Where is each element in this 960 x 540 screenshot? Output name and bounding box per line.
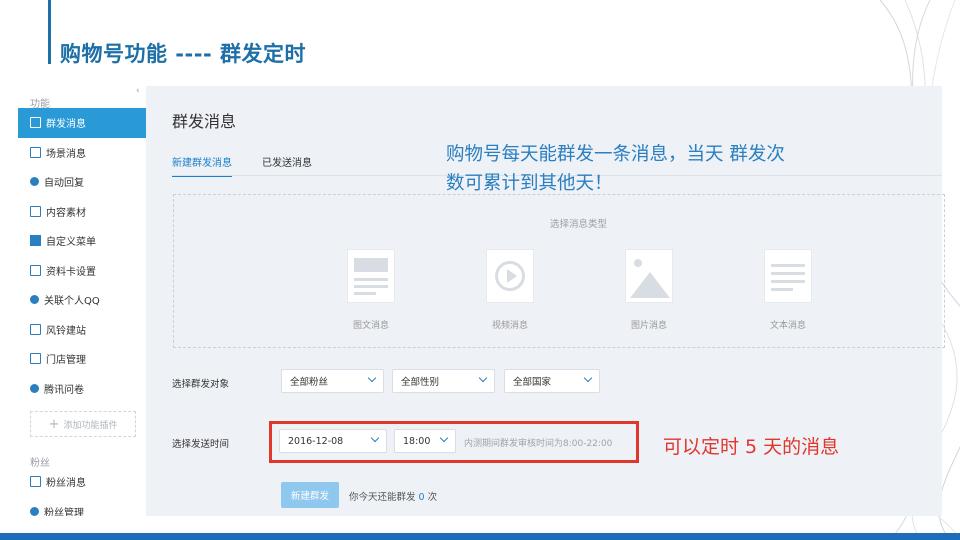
profile-card-icon bbox=[30, 264, 41, 276]
page-title: 群发消息 bbox=[172, 112, 237, 131]
country-select[interactable]: 全部国家 bbox=[504, 369, 600, 393]
sidebar-item-label: 关联个人QQ bbox=[44, 296, 100, 308]
type-label: 图片消息 bbox=[630, 321, 667, 331]
add-plugin-button[interactable]: + 添加功能插件 bbox=[30, 411, 136, 437]
message-type-box: 选择消息类型 图文消息 视频消息 图片消息 文本消息 bbox=[173, 194, 945, 348]
fan-message-icon bbox=[30, 476, 41, 488]
create-broadcast-button[interactable]: 新建群发 bbox=[281, 482, 339, 508]
tab-new-broadcast[interactable]: 新建群发消息 bbox=[172, 154, 232, 177]
sidebar-item-label: 腾讯问卷 bbox=[44, 384, 84, 396]
video-icon bbox=[486, 249, 534, 303]
target-label: 选择群发对象 bbox=[172, 379, 230, 390]
annotation-schedule-days: 可以定时 5 天的消息 bbox=[663, 436, 840, 458]
sidebar-item-label: 内容素材 bbox=[46, 207, 86, 219]
remaining-count-text: 你今天还能群发 0 次 bbox=[349, 489, 437, 503]
chevron-down-icon bbox=[367, 373, 377, 383]
sidebar: ‹ 功能 群发消息 场景消息 自动回复 内容素材 自定义菜单 资料卡设置 关联个… bbox=[18, 86, 146, 516]
sidebar-item-profile-card[interactable]: 资料卡设置 bbox=[18, 256, 146, 286]
sidebar-item-menu[interactable]: 自定义菜单 bbox=[18, 226, 146, 256]
type-article-button[interactable]: 图文消息 bbox=[336, 249, 406, 331]
remaining-prefix: 你今天还能群发 bbox=[349, 492, 416, 503]
remaining-suffix: 次 bbox=[427, 492, 438, 503]
type-label: 图文消息 bbox=[352, 321, 389, 331]
type-label: 文本消息 bbox=[769, 321, 806, 331]
sidebar-item-fan-manage[interactable]: 粉丝管理 bbox=[18, 497, 146, 516]
annotation-broadcast-rule: 购物号每天能群发一条消息，当天 群发次数可累计到其他天！ bbox=[446, 144, 785, 194]
type-image-button[interactable]: 图片消息 bbox=[614, 249, 684, 331]
tab-sent-messages[interactable]: 已发送消息 bbox=[262, 154, 312, 177]
nav-group-fans: 粉丝 bbox=[30, 458, 50, 469]
link-icon bbox=[30, 295, 39, 305]
collapse-sidebar-icon[interactable]: ‹ bbox=[136, 86, 140, 96]
message-type-caption: 选择消息类型 bbox=[550, 219, 608, 230]
type-video-button[interactable]: 视频消息 bbox=[475, 249, 545, 331]
bottom-accent-bar bbox=[0, 533, 960, 540]
sidebar-item-label: 资料卡设置 bbox=[46, 266, 96, 278]
site-icon bbox=[30, 323, 41, 335]
sidebar-item-label: 粉丝管理 bbox=[44, 507, 84, 516]
auto-reply-icon bbox=[30, 177, 39, 187]
type-label: 视频消息 bbox=[491, 321, 528, 331]
sidebar-item-label: 粉丝消息 bbox=[46, 478, 86, 490]
tab-bar: 新建群发消息 已发送消息 bbox=[172, 154, 342, 177]
title-accent-bar bbox=[48, 0, 51, 64]
sidebar-item-label: 群发消息 bbox=[46, 119, 86, 131]
plus-icon: + bbox=[48, 416, 60, 432]
broadcast-icon bbox=[30, 117, 41, 129]
sidebar-item-survey[interactable]: 腾讯问卷 bbox=[18, 374, 146, 404]
select-value: 全部粉丝 bbox=[290, 377, 329, 388]
remaining-count: 0 bbox=[418, 492, 425, 503]
survey-icon bbox=[30, 383, 39, 393]
sidebar-item-label: 自定义菜单 bbox=[46, 237, 96, 249]
article-icon bbox=[347, 249, 395, 303]
menu-icon bbox=[30, 235, 41, 247]
nav-group-function: 功能 bbox=[30, 99, 50, 110]
sidebar-item-auto-reply[interactable]: 自动回复 bbox=[18, 167, 146, 197]
sidebar-item-label: 自动回复 bbox=[44, 178, 84, 190]
sidebar-item-scene[interactable]: 场景消息 bbox=[18, 138, 146, 168]
sidebar-item-label: 风铃建站 bbox=[46, 325, 86, 337]
gender-select[interactable]: 全部性别 bbox=[392, 369, 495, 393]
sidebar-item-label: 门店管理 bbox=[46, 355, 86, 367]
sidebar-item-site[interactable]: 风铃建站 bbox=[18, 315, 146, 345]
sidebar-item-label: 场景消息 bbox=[46, 148, 86, 160]
fans-select[interactable]: 全部粉丝 bbox=[281, 369, 384, 393]
sidebar-item-content[interactable]: 内容素材 bbox=[18, 197, 146, 227]
highlight-frame bbox=[269, 421, 639, 463]
select-value: 全部性别 bbox=[401, 377, 440, 388]
image-icon bbox=[625, 249, 673, 303]
fan-manage-icon bbox=[30, 506, 39, 516]
chevron-down-icon bbox=[478, 373, 488, 383]
sidebar-item-link-qq[interactable]: 关联个人QQ bbox=[18, 285, 146, 315]
text-icon bbox=[764, 249, 812, 303]
chevron-down-icon bbox=[583, 373, 593, 383]
store-icon bbox=[30, 353, 41, 365]
sidebar-item-store[interactable]: 门店管理 bbox=[18, 344, 146, 374]
add-plugin-label: 添加功能插件 bbox=[63, 420, 118, 431]
send-time-label: 选择发送时间 bbox=[172, 439, 230, 450]
select-value: 全部国家 bbox=[513, 377, 552, 388]
slide-title: 购物号功能 ---- 群发定时 bbox=[60, 42, 306, 66]
type-text-button[interactable]: 文本消息 bbox=[753, 249, 823, 331]
sidebar-item-fan-message[interactable]: 粉丝消息 bbox=[18, 467, 146, 497]
scene-icon bbox=[30, 146, 41, 158]
content-icon bbox=[30, 205, 41, 217]
sidebar-item-broadcast[interactable]: 群发消息 bbox=[18, 108, 146, 138]
